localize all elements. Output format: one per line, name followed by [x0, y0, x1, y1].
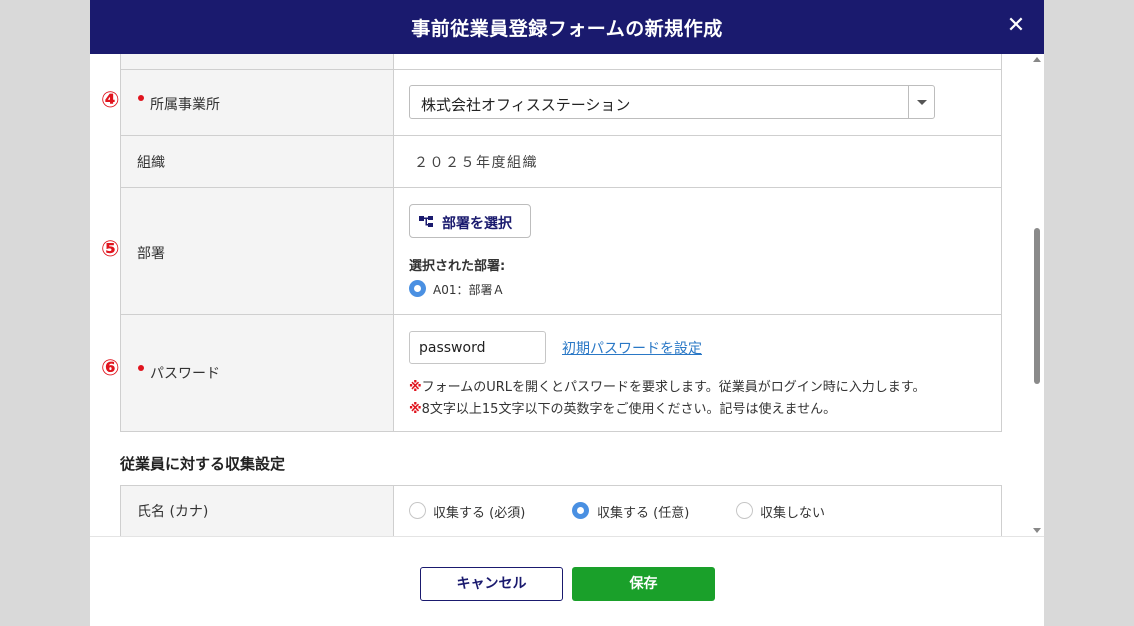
password-note-2-text: 8文字以上15文字以下の英数字をご使用ください。記号は使えません。	[421, 402, 837, 417]
collection-settings-heading: 従業員に対する収集設定	[120, 455, 286, 473]
modal-title: 事前従業員登録フォームの新規作成	[411, 18, 723, 40]
scroll-up-icon[interactable]	[1033, 57, 1041, 62]
org-tree-icon	[419, 216, 433, 227]
organization-row: 組織 ２０２５年度組織	[120, 135, 1002, 188]
registration-modal: 事前従業員登録フォームの新規作成 ✕ ④ 所属事業所 株式会社オフィスステーショ…	[90, 0, 1044, 626]
modal-footer: キャンセル 保存	[90, 536, 1044, 626]
password-label-cell: ⑥ パスワード	[101, 315, 394, 431]
step-marker-5: ⑤	[101, 237, 120, 262]
department-row: ⑤ 部署 部署を選択 選択された部署: A01：部署Ａ	[101, 187, 1002, 315]
password-input[interactable]	[409, 331, 546, 364]
office-select-value: 株式会社オフィスステーション	[421, 96, 631, 114]
note-mark: ※	[409, 380, 422, 395]
cancel-button[interactable]: キャンセル	[420, 567, 563, 601]
organization-label-cell: 組織	[121, 136, 394, 188]
modal-header: 事前従業員登録フォームの新規作成 ✕	[90, 0, 1044, 54]
name-kana-label-cell: 氏名 (カナ)	[121, 486, 394, 536]
password-row: ⑥ パスワード 初期パスワードを設定 ※フォームのURLを開くとパスワードを要求…	[101, 314, 1002, 432]
collect-none-radio[interactable]	[736, 502, 753, 519]
required-dot	[138, 365, 144, 371]
password-note-1-text: フォームのURLを開くとパスワードを要求します。従業員がログイン時に入力します。	[421, 380, 926, 395]
save-button[interactable]: 保存	[572, 567, 715, 601]
password-note-1: ※フォームのURLを開くとパスワードを要求します。従業員がログイン時に入力します…	[409, 376, 925, 395]
scrollbar-thumb[interactable]	[1034, 228, 1040, 384]
partial-row-label-cell	[121, 54, 394, 69]
vertical-scrollbar[interactable]	[1030, 54, 1044, 536]
collect-required-label[interactable]: 収集する (必須)	[433, 502, 525, 521]
modal-body: ④ 所属事業所 株式会社オフィスステーション 組織 ２０２５年度組織 ⑤ 部署	[90, 54, 1044, 536]
organization-label: 組織	[137, 155, 165, 171]
collect-none-label[interactable]: 収集しない	[760, 502, 825, 521]
set-initial-password-link[interactable]: 初期パスワードを設定	[562, 338, 702, 358]
office-row: ④ 所属事業所 株式会社オフィスステーション	[101, 69, 1002, 136]
scroll-down-icon[interactable]	[1033, 528, 1041, 533]
office-select-toggle[interactable]	[908, 86, 934, 118]
close-icon[interactable]: ✕	[1004, 12, 1028, 40]
step-marker-4: ④	[101, 88, 120, 113]
select-department-button[interactable]: 部署を選択	[409, 204, 531, 238]
collect-required-radio[interactable]	[409, 502, 426, 519]
password-note-2: ※8文字以上15文字以下の英数字をご使用ください。記号は使えません。	[409, 398, 836, 417]
note-mark: ※	[409, 402, 422, 417]
password-label: パスワード	[150, 366, 220, 382]
name-kana-label: 氏名 (カナ)	[137, 504, 209, 520]
office-select[interactable]: 株式会社オフィスステーション	[409, 85, 935, 119]
office-label: 所属事業所	[150, 97, 220, 113]
select-department-label: 部署を選択	[442, 216, 512, 232]
collect-optional-radio[interactable]	[572, 502, 589, 519]
selected-department-radio[interactable]	[409, 280, 426, 297]
organization-value: ２０２５年度組織	[414, 155, 538, 171]
department-label: 部署	[137, 246, 165, 262]
step-marker-6: ⑥	[101, 356, 120, 381]
name-kana-row: 氏名 (カナ) 収集する (必須) 収集する (任意) 収集しない	[120, 485, 1002, 536]
office-label-cell: ④ 所属事業所	[101, 70, 394, 136]
selected-department-item: A01：部署Ａ	[433, 283, 505, 297]
selected-department-heading: 選択された部署:	[409, 259, 506, 274]
collect-optional-label[interactable]: 収集する (任意)	[597, 502, 689, 521]
required-dot	[138, 95, 144, 101]
department-label-cell: ⑤ 部署	[101, 188, 394, 315]
partial-row	[120, 54, 1002, 69]
chevron-down-icon	[917, 100, 927, 105]
